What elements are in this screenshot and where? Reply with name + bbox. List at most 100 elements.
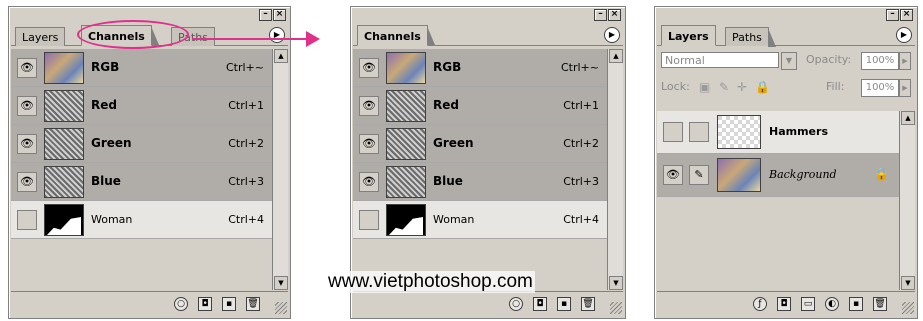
channel-shortcut: Ctrl+3 — [563, 175, 599, 188]
channel-thumbnail — [386, 52, 426, 84]
eye-icon[interactable]: 👁 — [359, 134, 379, 154]
palette-menu-icon[interactable]: ▶ — [604, 27, 620, 43]
brush-icon[interactable]: ✎ — [689, 165, 709, 185]
tab-layers[interactable]: Layers — [661, 25, 716, 46]
arrow-head-icon — [306, 31, 320, 47]
channel-thumbnail — [386, 90, 426, 122]
channel-thumbnail — [386, 128, 426, 160]
close-icon[interactable]: × — [608, 9, 621, 21]
resize-grip-icon[interactable] — [902, 302, 914, 314]
eye-icon[interactable]: 👁 — [17, 58, 37, 78]
layer-thumbnail — [717, 115, 761, 149]
eye-icon[interactable]: 👁 — [359, 96, 379, 116]
scroll-up-icon[interactable]: ▲ — [901, 111, 915, 125]
trash-icon[interactable]: 🗑 — [246, 297, 260, 311]
fill-field[interactable]: 100% — [861, 79, 899, 97]
close-icon[interactable]: × — [273, 9, 286, 21]
palette-menu-icon[interactable]: ▶ — [269, 27, 285, 43]
lock-brush-icon[interactable]: ✎ — [719, 80, 729, 94]
palette-menu-icon[interactable]: ▶ — [896, 27, 912, 43]
tab-layers[interactable]: Layers — [15, 27, 66, 46]
scrollbar[interactable]: ▲ ▼ — [272, 49, 288, 290]
channel-row-blue[interactable]: 👁 Blue Ctrl+3 — [353, 163, 607, 201]
eye-icon[interactable]: 👁 — [359, 172, 379, 192]
close-icon[interactable]: × — [900, 9, 913, 21]
scrollbar[interactable]: ▲ ▼ — [899, 111, 915, 290]
trash-icon[interactable]: 🗑 — [873, 297, 887, 311]
new-channel-icon[interactable]: ▪ — [557, 297, 571, 311]
eye-icon[interactable]: 👁 — [17, 172, 37, 192]
eye-icon[interactable]: 👁 — [663, 165, 683, 185]
scroll-up-icon[interactable]: ▲ — [274, 49, 288, 63]
lock-move-icon[interactable]: ✛ — [737, 80, 747, 94]
channel-name: Blue — [91, 174, 121, 188]
visibility-toggle[interactable] — [359, 210, 379, 230]
channel-row-rgb[interactable]: 👁 RGB Ctrl+~ — [353, 49, 607, 87]
add-mask-icon[interactable]: ◘ — [777, 297, 791, 311]
layer-style-icon[interactable]: ƒ — [753, 297, 767, 311]
link-toggle[interactable] — [689, 122, 709, 142]
trash-icon[interactable]: 🗑 — [581, 297, 595, 311]
channel-name: RGB — [433, 60, 462, 74]
watermark-text: www.vietphotoshop.com — [326, 271, 535, 293]
opacity-slider-icon[interactable]: ▶ — [899, 52, 911, 70]
minimize-icon[interactable]: – — [886, 9, 899, 21]
channels-palette-left: – × Layers Channels Paths ▶ 👁 RGB Ctrl+~… — [8, 6, 291, 319]
lock-transparency-icon[interactable]: ▣ — [699, 80, 710, 94]
channel-row-red[interactable]: 👁 Red Ctrl+1 — [11, 87, 272, 125]
new-layer-icon[interactable]: ▪ — [849, 297, 863, 311]
channel-name: Woman — [433, 213, 475, 226]
layer-name: Hammers — [769, 125, 828, 138]
channel-thumbnail — [386, 204, 426, 236]
lock-icon: 🔒 — [874, 167, 889, 181]
channel-row-green[interactable]: 👁 Green Ctrl+2 — [11, 125, 272, 163]
resize-grip-icon[interactable] — [610, 302, 622, 314]
palette-footer: ƒ ◘ ▭ ◐ ▪ 🗑 — [657, 291, 915, 316]
channel-row-green[interactable]: 👁 Green Ctrl+2 — [353, 125, 607, 163]
layer-name: Background — [769, 168, 837, 181]
chevron-down-icon[interactable]: ▼ — [781, 52, 797, 70]
visibility-toggle[interactable] — [17, 210, 37, 230]
palette-footer: ○ ◘ ▪ 🗑 — [353, 291, 623, 316]
eye-icon[interactable]: 👁 — [359, 58, 379, 78]
load-selection-icon[interactable]: ○ — [509, 297, 523, 311]
scrollbar[interactable]: ▲ ▼ — [607, 49, 623, 290]
visibility-toggle[interactable] — [663, 122, 683, 142]
save-selection-icon[interactable]: ◘ — [533, 297, 547, 311]
minimize-icon[interactable]: – — [259, 9, 272, 21]
eye-icon[interactable]: 👁 — [17, 96, 37, 116]
new-set-icon[interactable]: ▭ — [801, 297, 815, 311]
channel-row-woman[interactable]: Woman Ctrl+4 — [353, 201, 607, 239]
channel-thumbnail — [44, 204, 84, 236]
save-selection-icon[interactable]: ◘ — [198, 297, 212, 311]
blend-opacity-row: Normal ▼ Opacity: 100% ▶ — [661, 52, 911, 72]
scroll-down-icon[interactable]: ▼ — [901, 276, 915, 290]
scroll-up-icon[interactable]: ▲ — [609, 49, 623, 63]
tab-paths[interactable]: Paths — [725, 27, 776, 47]
channel-row-woman[interactable]: Woman Ctrl+4 — [11, 201, 272, 239]
scroll-down-icon[interactable]: ▼ — [274, 276, 288, 290]
fill-slider-icon[interactable]: ▶ — [899, 79, 911, 97]
scroll-down-icon[interactable]: ▼ — [609, 276, 623, 290]
lock-fill-row: Lock: ▣ ✎ ✛ 🔒 Fill: 100% ▶ — [661, 79, 911, 99]
opacity-field[interactable]: 100% — [861, 52, 899, 70]
channel-row-blue[interactable]: 👁 Blue Ctrl+3 — [11, 163, 272, 201]
eye-icon[interactable]: 👁 — [17, 134, 37, 154]
channel-shortcut: Ctrl+2 — [228, 137, 264, 150]
layer-row-hammers[interactable]: Hammers — [657, 111, 899, 154]
channel-name: Green — [91, 136, 132, 150]
blend-mode-select[interactable]: Normal — [661, 52, 779, 68]
resize-grip-icon[interactable] — [275, 302, 287, 314]
channel-row-red[interactable]: 👁 Red Ctrl+1 — [353, 87, 607, 125]
load-selection-icon[interactable]: ○ — [174, 297, 188, 311]
channel-row-rgb[interactable]: 👁 RGB Ctrl+~ — [11, 49, 272, 87]
tab-channels[interactable]: Channels — [357, 25, 435, 46]
channel-name: Green — [433, 136, 474, 150]
layer-row-background[interactable]: 👁 ✎ Background 🔒 — [657, 154, 899, 197]
lock-all-icon[interactable]: 🔒 — [755, 80, 770, 94]
new-channel-icon[interactable]: ▪ — [222, 297, 236, 311]
channel-thumbnail — [386, 166, 426, 198]
minimize-icon[interactable]: – — [594, 9, 607, 21]
adjustment-layer-icon[interactable]: ◐ — [825, 297, 839, 311]
fill-label: Fill: — [826, 80, 845, 93]
